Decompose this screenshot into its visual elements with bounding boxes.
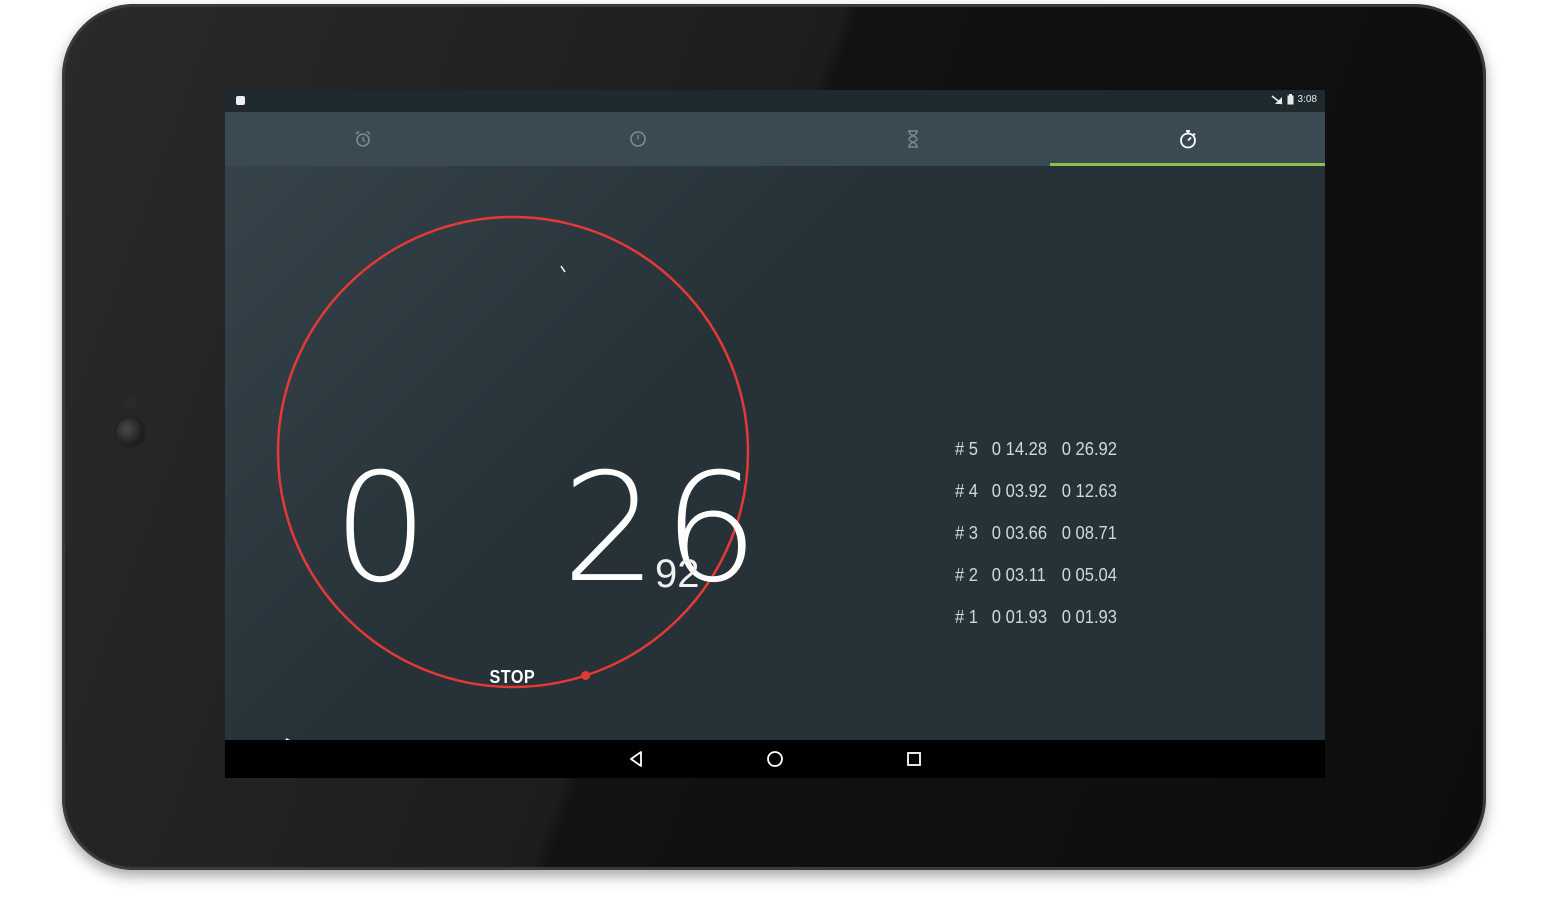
lap-row: # 4 0 03.92 0 12.63 [955, 470, 1126, 512]
status-right: 3:08 [1271, 94, 1317, 105]
lap-time: 0 14.28 [991, 438, 1048, 459]
lap-number: # 1 [955, 606, 979, 627]
hundredths-value: 92 [655, 552, 700, 596]
tab-bar [225, 112, 1325, 166]
lap-number: # 4 [955, 480, 979, 501]
lap-total-time: 0 05.04 [1061, 564, 1117, 585]
tab-clock[interactable] [500, 112, 775, 166]
minutes-value: 0 [333, 442, 435, 616]
tab-timer[interactable] [775, 112, 1050, 166]
battery-icon [1287, 94, 1294, 105]
lap-row: # 5 0 14.28 0 26.92 [955, 428, 1126, 470]
recents-icon[interactable] [905, 750, 923, 768]
stopwatch-icon [1179, 130, 1196, 149]
back-icon[interactable] [627, 750, 645, 768]
stop-button[interactable]: STOP [490, 667, 536, 688]
front-camera [116, 418, 144, 446]
screen: 3:08 0 26 92 STOP # 5 0 14.28 0 26.92 # … [225, 90, 1325, 778]
dial-marker [560, 265, 566, 273]
tab-stopwatch[interactable] [1050, 112, 1325, 166]
navigation-bar [225, 740, 1325, 778]
sensor [124, 396, 136, 408]
hourglass-timer-icon [907, 130, 918, 148]
status-time: 3:08 [1297, 94, 1317, 105]
signal-icon [1271, 94, 1283, 105]
tab-alarm[interactable] [225, 112, 500, 166]
lap-time: 0 03.66 [991, 522, 1048, 543]
lap-time: 0 01.93 [991, 606, 1048, 627]
lap-total-time: 0 12.63 [1061, 480, 1117, 501]
lap-time: 0 03.11 [991, 564, 1046, 585]
stopwatch-panel: 0 26 92 STOP # 5 0 14.28 0 26.92 # 4 0 03.92… [225, 166, 1325, 762]
lap-row: # 2 0 03.11 0 05.04 [955, 554, 1126, 596]
lap-row: # 3 0 03.66 0 08.71 [955, 512, 1126, 554]
elapsed-time: 0 26 [333, 454, 765, 604]
lap-number: # 3 [955, 522, 979, 543]
lap-time: 0 03.92 [991, 480, 1048, 501]
lap-total-time: 0 01.93 [1061, 606, 1117, 627]
clock-icon [629, 131, 646, 147]
home-icon[interactable] [766, 750, 784, 768]
lap-number: # 2 [955, 564, 979, 585]
lap-total-time: 0 26.92 [1061, 438, 1117, 459]
status-bar: 3:08 [225, 90, 1325, 112]
lap-list: # 5 0 14.28 0 26.92 # 4 0 03.92 0 12.63 # 3 0 0… [955, 428, 1141, 638]
alarm-clock-icon [354, 130, 371, 147]
lap-number: # 5 [955, 438, 979, 459]
lap-row: # 1 0 01.93 0 01.93 [955, 596, 1126, 638]
lap-total-time: 0 08.71 [1061, 522, 1117, 543]
progress-dot [581, 670, 591, 680]
notification-icon [236, 96, 245, 105]
